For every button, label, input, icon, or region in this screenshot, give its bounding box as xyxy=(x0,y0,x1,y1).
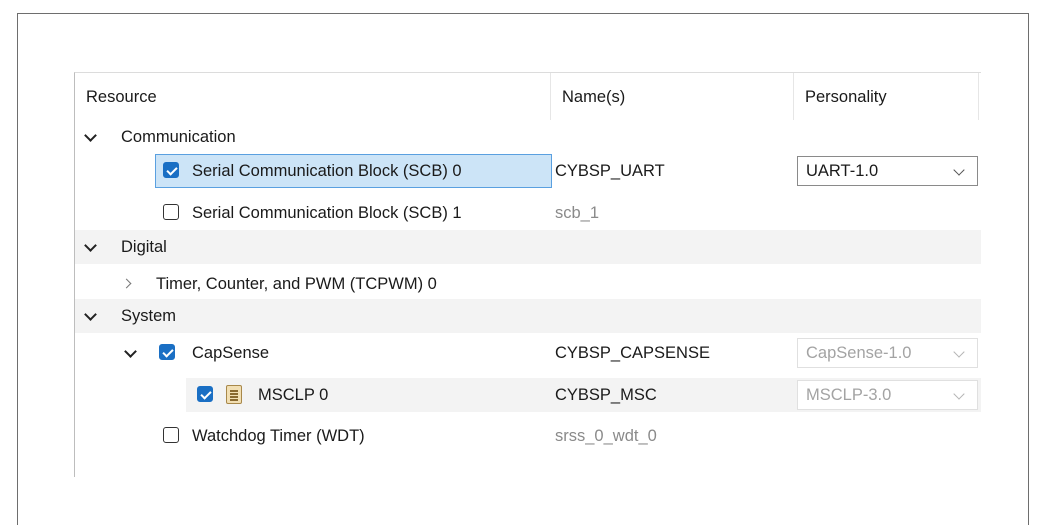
chevron-down-icon[interactable] xyxy=(83,230,99,264)
subgroup-label: Timer, Counter, and PWM (TCPWM) 0 xyxy=(156,275,437,293)
resource-tree-table: Resource Name(s) Personality Communicati… xyxy=(74,72,981,477)
checkbox-wdt[interactable] xyxy=(163,427,179,443)
chevron-right-icon[interactable] xyxy=(121,267,137,301)
tree-row-capsense[interactable]: CapSense CYBSP_CAPSENSE CapSense-1.0 xyxy=(75,336,981,370)
chevron-down-icon xyxy=(953,388,965,400)
column-header-personality[interactable]: Personality xyxy=(793,73,979,120)
column-header-names[interactable]: Name(s) xyxy=(550,73,793,120)
group-label: System xyxy=(121,307,177,325)
tree-row-communication[interactable]: Communication xyxy=(75,120,981,154)
tree-row-tcpwm-0[interactable]: Timer, Counter, and PWM (TCPWM) 0 xyxy=(75,267,981,301)
resource-label: Serial Communication Block (SCB) 1 xyxy=(192,204,462,222)
table-header: Resource Name(s) Personality xyxy=(75,73,981,121)
checkbox-scb-0[interactable] xyxy=(163,162,179,178)
tree-row-system[interactable]: System xyxy=(75,299,981,333)
tree-row-msclp-0[interactable]: MSCLP 0 CYBSP_MSC MSCLP-3.0 xyxy=(186,378,981,412)
checkbox-scb-1[interactable] xyxy=(163,204,179,220)
dropdown-value: UART-1.0 xyxy=(806,162,879,180)
resource-name[interactable]: srss_0_wdt_0 xyxy=(555,419,657,453)
resource-label: Watchdog Timer (WDT) xyxy=(192,427,365,445)
resource-name[interactable]: scb_1 xyxy=(555,196,599,230)
column-header-resource[interactable]: Resource xyxy=(75,73,550,120)
dropdown-value: MSCLP-3.0 xyxy=(806,386,892,404)
tree-row-scb-0[interactable]: Serial Communication Block (SCB) 0 CYBSP… xyxy=(75,154,981,188)
checkbox-capsense[interactable] xyxy=(159,344,175,360)
personality-dropdown-msclp[interactable]: MSCLP-3.0 xyxy=(797,380,978,410)
chevron-down-icon[interactable] xyxy=(123,336,139,370)
resource-name[interactable]: CYBSP_CAPSENSE xyxy=(555,336,710,370)
checkbox-msclp-0[interactable] xyxy=(197,386,213,402)
config-file-icon xyxy=(226,385,242,404)
group-label: Digital xyxy=(121,238,167,256)
group-label: Communication xyxy=(121,128,236,146)
resource-name[interactable]: CYBSP_MSC xyxy=(555,378,657,412)
chevron-down-icon xyxy=(953,164,965,176)
tree-row-wdt[interactable]: Watchdog Timer (WDT) srss_0_wdt_0 xyxy=(75,419,981,453)
chevron-down-icon[interactable] xyxy=(83,120,99,154)
dropdown-value: CapSense-1.0 xyxy=(806,344,912,362)
resource-label: Serial Communication Block (SCB) 0 xyxy=(192,162,462,180)
tree-row-digital[interactable]: Digital xyxy=(75,230,981,264)
chevron-down-icon xyxy=(953,346,965,358)
personality-dropdown-uart[interactable]: UART-1.0 xyxy=(797,156,978,186)
resource-label: MSCLP 0 xyxy=(258,386,329,404)
chevron-down-icon[interactable] xyxy=(83,299,99,333)
resource-label: CapSense xyxy=(192,344,270,362)
resource-name[interactable]: CYBSP_UART xyxy=(555,154,665,188)
personality-dropdown-capsense[interactable]: CapSense-1.0 xyxy=(797,338,978,368)
tree-row-scb-1[interactable]: Serial Communication Block (SCB) 1 scb_1 xyxy=(75,196,981,230)
